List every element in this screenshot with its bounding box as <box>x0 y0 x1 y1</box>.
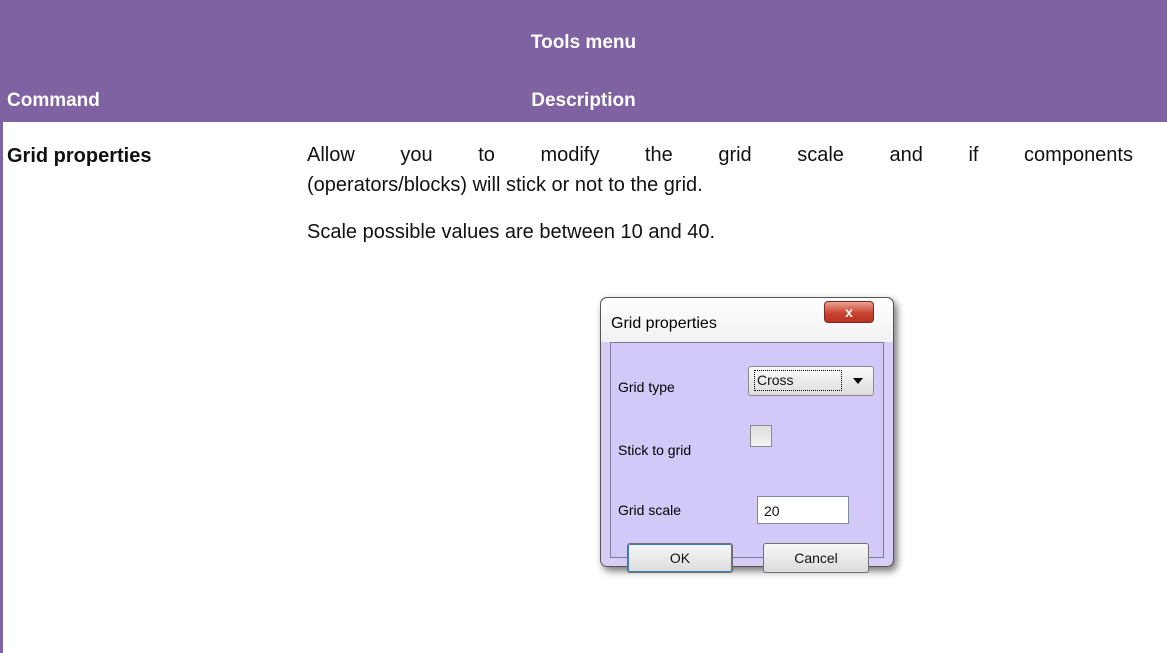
grid-type-label: Grid type <box>618 379 675 395</box>
dialog-titlebar[interactable]: Grid properties x <box>601 298 893 342</box>
table-title: Tools menu <box>530 32 637 53</box>
column-header-command: Command <box>7 90 100 111</box>
dialog-client-area: Grid type Cross Stick to grid Grid scale… <box>610 342 884 573</box>
description-line-1: Allow you to modify the grid scale and i… <box>307 144 1133 166</box>
stick-to-grid-checkbox[interactable] <box>750 425 772 447</box>
grid-type-select[interactable]: Cross <box>748 366 874 396</box>
cancel-button[interactable]: Cancel <box>763 543 869 573</box>
grid-type-value: Cross <box>754 370 842 391</box>
column-header-description: Description <box>531 90 636 111</box>
close-icon: x <box>845 304 853 320</box>
dialog-title: Grid properties <box>611 315 717 332</box>
description-line-2: (operators/blocks) will stick or not to … <box>307 174 703 196</box>
table-header: Tools menu Description Command <box>0 0 1167 122</box>
stick-to-grid-label: Stick to grid <box>618 442 692 458</box>
tools-menu-table: Tools menu Description Command Grid prop… <box>0 0 1167 653</box>
ok-button[interactable]: OK <box>627 543 733 573</box>
description-paragraph-2: Scale possible values are between 10 and… <box>307 221 716 243</box>
table-left-border <box>0 122 3 653</box>
grid-properties-dialog: Grid properties x Grid type Cross Stick … <box>600 297 894 573</box>
grid-scale-label: Grid scale <box>618 502 682 518</box>
command-cell: Grid properties <box>7 145 152 167</box>
description-paragraph-1: Allow you to modify the grid scale and i… <box>307 140 1133 200</box>
close-button[interactable]: x <box>824 301 874 323</box>
chevron-down-icon[interactable] <box>853 378 863 384</box>
grid-scale-input[interactable]: 20 <box>757 496 849 524</box>
